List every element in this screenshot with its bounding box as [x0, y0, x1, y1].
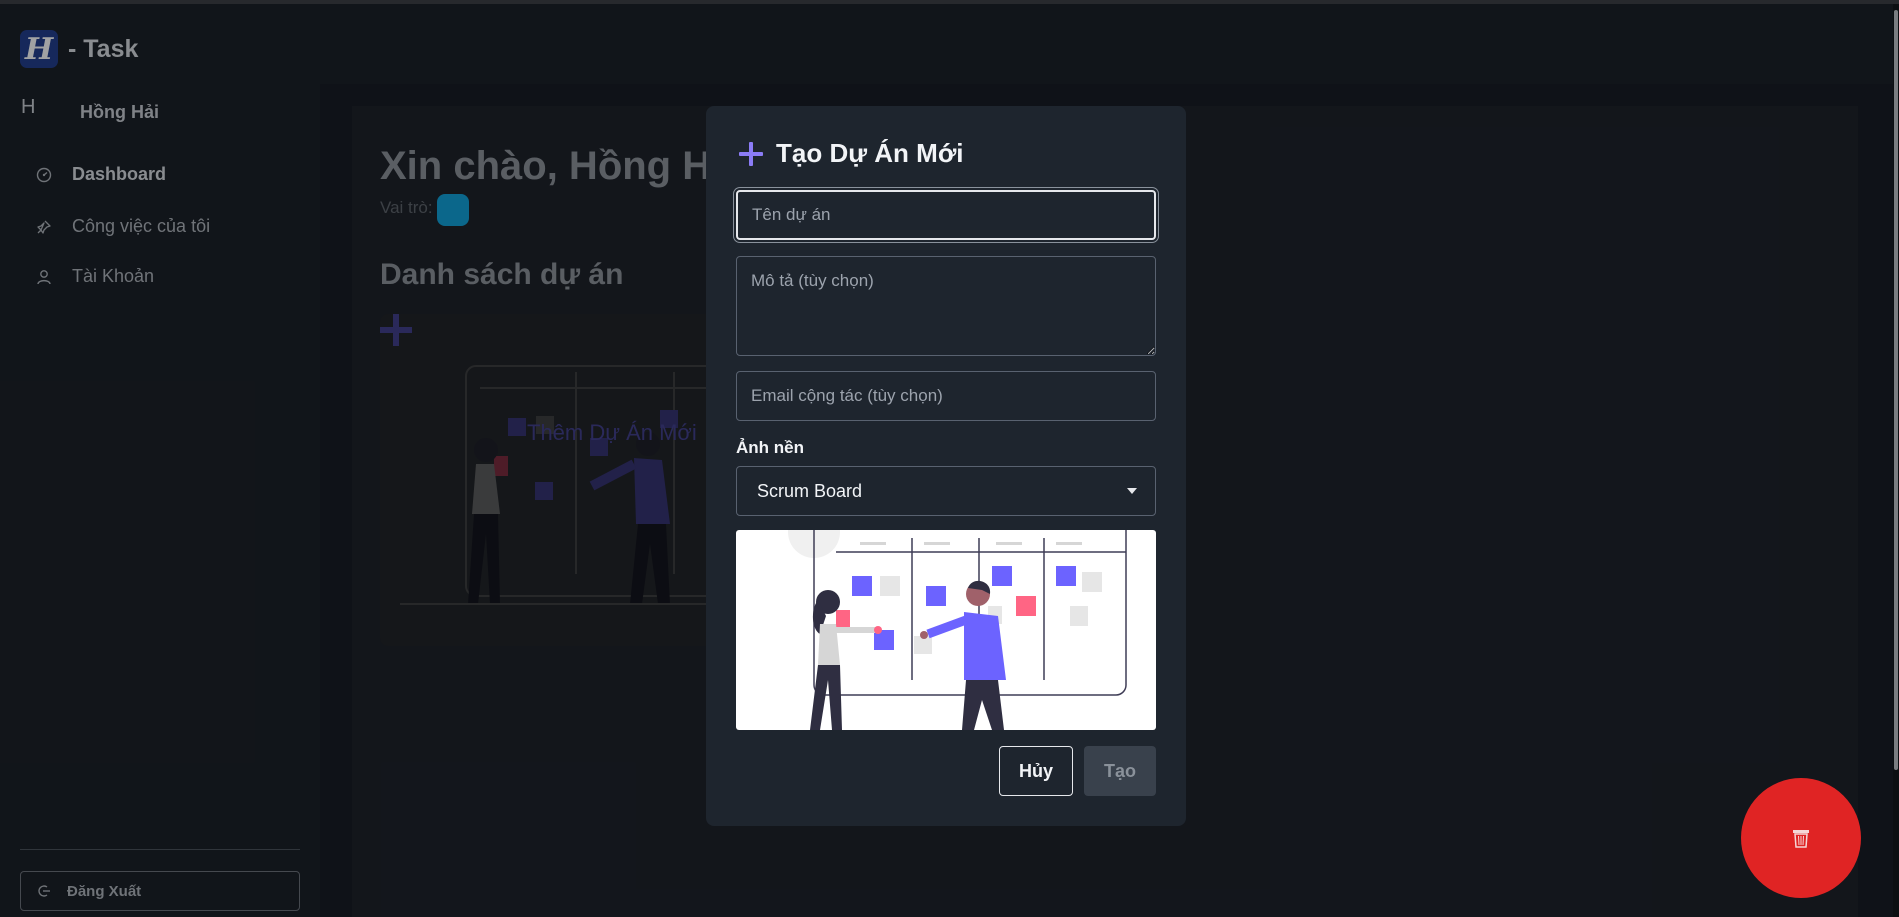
- create-project-modal: Tạo Dự Án Mới Ảnh nền Scrum Board: [706, 106, 1186, 826]
- background-select[interactable]: Scrum Board: [736, 466, 1156, 516]
- trash-fab-button[interactable]: [1741, 778, 1861, 898]
- scrum-board-preview-illustration: [788, 530, 1127, 730]
- plus-icon: [739, 141, 763, 166]
- chevron-down-icon: [1127, 488, 1137, 494]
- background-label: Ảnh nền: [736, 438, 804, 457]
- background-select-value: Scrum Board: [757, 480, 863, 501]
- project-description-textarea[interactable]: [736, 256, 1156, 356]
- background-preview: [736, 530, 1156, 730]
- modal-title: Tạo Dự Án Mới: [738, 138, 964, 169]
- modal-title-text: Tạo Dự Án Mới: [776, 138, 964, 168]
- trash-icon: [1793, 830, 1809, 848]
- project-name-input[interactable]: [736, 190, 1156, 240]
- create-button[interactable]: Tạo: [1084, 746, 1156, 796]
- collaborator-email-input[interactable]: [736, 371, 1156, 421]
- cancel-button[interactable]: Hủy: [999, 746, 1073, 796]
